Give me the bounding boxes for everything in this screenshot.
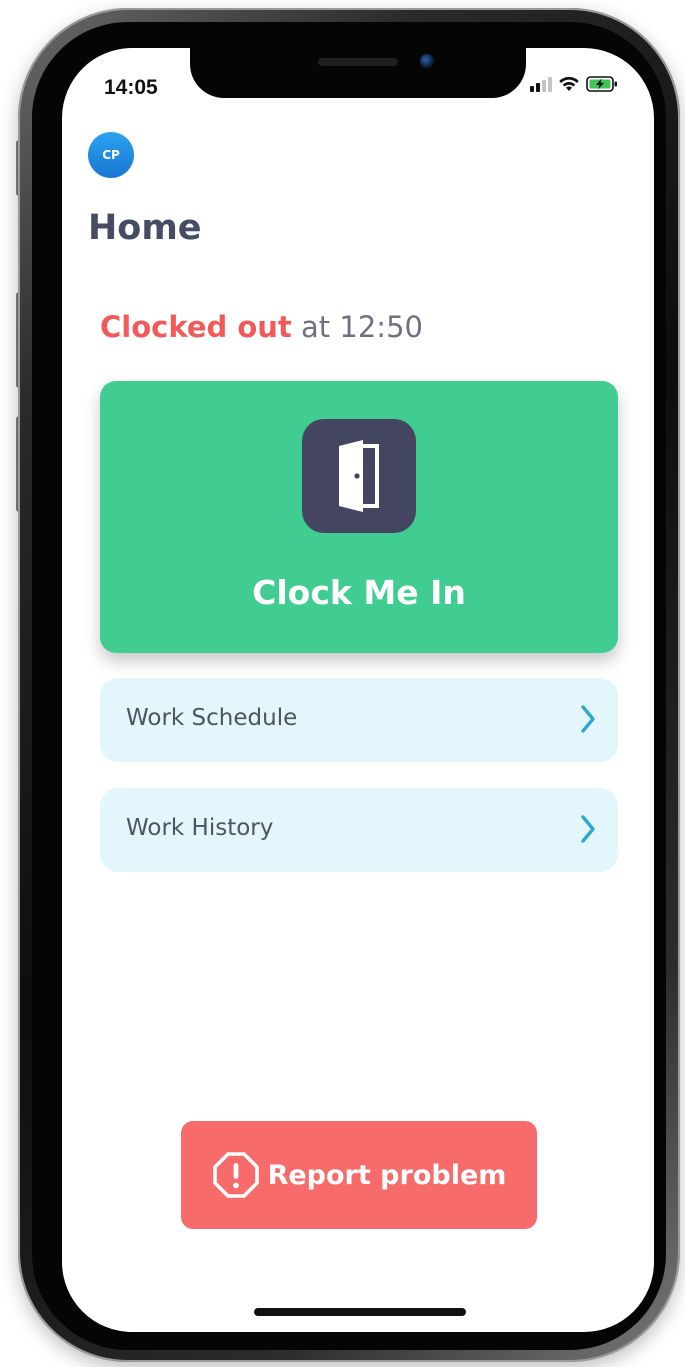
door-icon [339, 440, 379, 512]
status-bar-time: 14:05 [104, 76, 158, 99]
report-problem-button[interactable]: Report problem [181, 1121, 537, 1229]
device-mockup: 14:05 CP Home Clocked out at 12:50 Clock… [0, 0, 685, 1367]
page-title: Home [88, 208, 202, 248]
report-problem-label: Report problem [267, 1159, 507, 1191]
clock-time-label: at 12:50 [301, 310, 423, 344]
work-history-label: Work History [126, 815, 274, 841]
clock-in-button[interactable]: Clock Me In [100, 381, 618, 653]
work-schedule-label: Work Schedule [126, 705, 298, 731]
status-bar-icons [530, 76, 618, 92]
home-indicator[interactable] [254, 1308, 466, 1316]
chevron-right-icon [581, 815, 595, 843]
cellular-signal-icon [530, 77, 552, 92]
front-camera-icon [420, 54, 434, 68]
alert-octagon-icon [212, 1152, 259, 1198]
chevron-right-icon [581, 705, 595, 733]
camera-notch [190, 48, 526, 98]
clock-state-label: Clocked out [100, 310, 292, 344]
wifi-icon [559, 76, 579, 91]
work-schedule-row[interactable]: Work Schedule [100, 678, 618, 762]
clock-status: Clocked out at 12:50 [100, 310, 423, 344]
work-history-row[interactable]: Work History [100, 788, 618, 872]
clock-in-label: Clock Me In [252, 573, 466, 612]
app-screen: 14:05 CP Home Clocked out at 12:50 Clock… [62, 48, 654, 1332]
battery-charging-icon [586, 76, 617, 92]
earpiece-speaker [318, 58, 398, 66]
door-icon-tile [302, 419, 416, 533]
user-avatar[interactable]: CP [88, 132, 134, 178]
